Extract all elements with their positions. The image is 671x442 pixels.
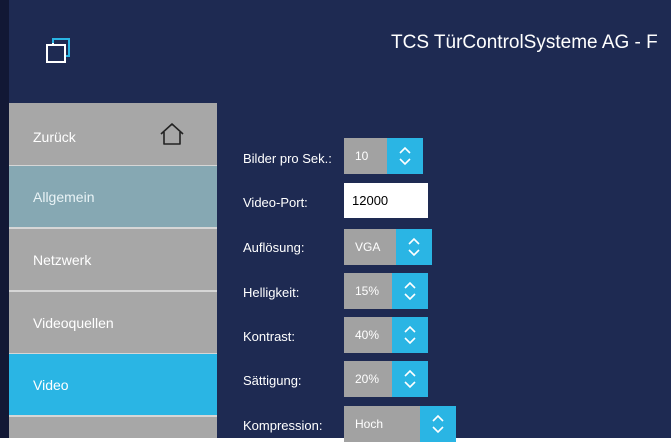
brightness-label: Helligkeit: [243,285,300,300]
saturation-value[interactable]: 20% [344,361,392,397]
sidebar-item-label: Video [33,376,69,393]
sidebar-item-back[interactable]: Zurück [9,103,217,165]
contrast-stepper-button[interactable] [392,317,428,353]
sidebar-item-label: Videoquellen [33,314,114,331]
brightness-stepper-button[interactable] [392,273,428,309]
left-edge-strip [0,0,9,438]
compression-stepper-button[interactable] [420,406,456,442]
saturation-stepper-button[interactable] [392,361,428,397]
video-port-label: Video-Port: [243,195,308,210]
sidebar-item-label: Zurück [33,129,76,145]
home-icon[interactable] [159,122,185,146]
sidebar-item-general[interactable]: Allgemein [9,166,217,227]
sidebar: Zurück Allgemein Netzwerk Videoquellen V… [9,103,217,438]
video-settings-panel: Bilder pro Sek.: 10 Video-Port: Auflösun… [217,103,671,442]
sidebar-item-label: Allgemein [33,188,95,205]
sidebar-item-label: Netzwerk [33,251,92,268]
fps-value[interactable]: 10 [344,138,387,174]
resolution-stepper-button[interactable] [396,229,432,265]
contrast-value[interactable]: 40% [344,317,392,353]
fps-stepper-button[interactable] [387,138,423,174]
compression-label: Kompression: [243,418,323,433]
sidebar-item-video-sources[interactable]: Videoquellen [9,292,217,353]
window-logo-icon [44,35,74,65]
app-title: TCS TürControlSysteme AG - F [391,32,658,53]
saturation-label: Sättigung: [243,373,302,388]
contrast-label: Kontrast: [243,329,296,344]
sidebar-item-video[interactable]: Video [9,354,217,415]
sidebar-item-next[interactable] [9,417,217,438]
resolution-value[interactable]: VGA [344,229,396,265]
compression-value[interactable]: Hoch [344,406,420,442]
sidebar-item-network[interactable]: Netzwerk [9,229,217,290]
resolution-label: Auflösung: [243,240,305,255]
video-port-input[interactable] [344,183,428,218]
fps-label: Bilder pro Sek.: [243,151,332,166]
app-header: TCS TürControlSysteme AG - F [9,0,671,103]
brightness-value[interactable]: 15% [344,273,392,309]
